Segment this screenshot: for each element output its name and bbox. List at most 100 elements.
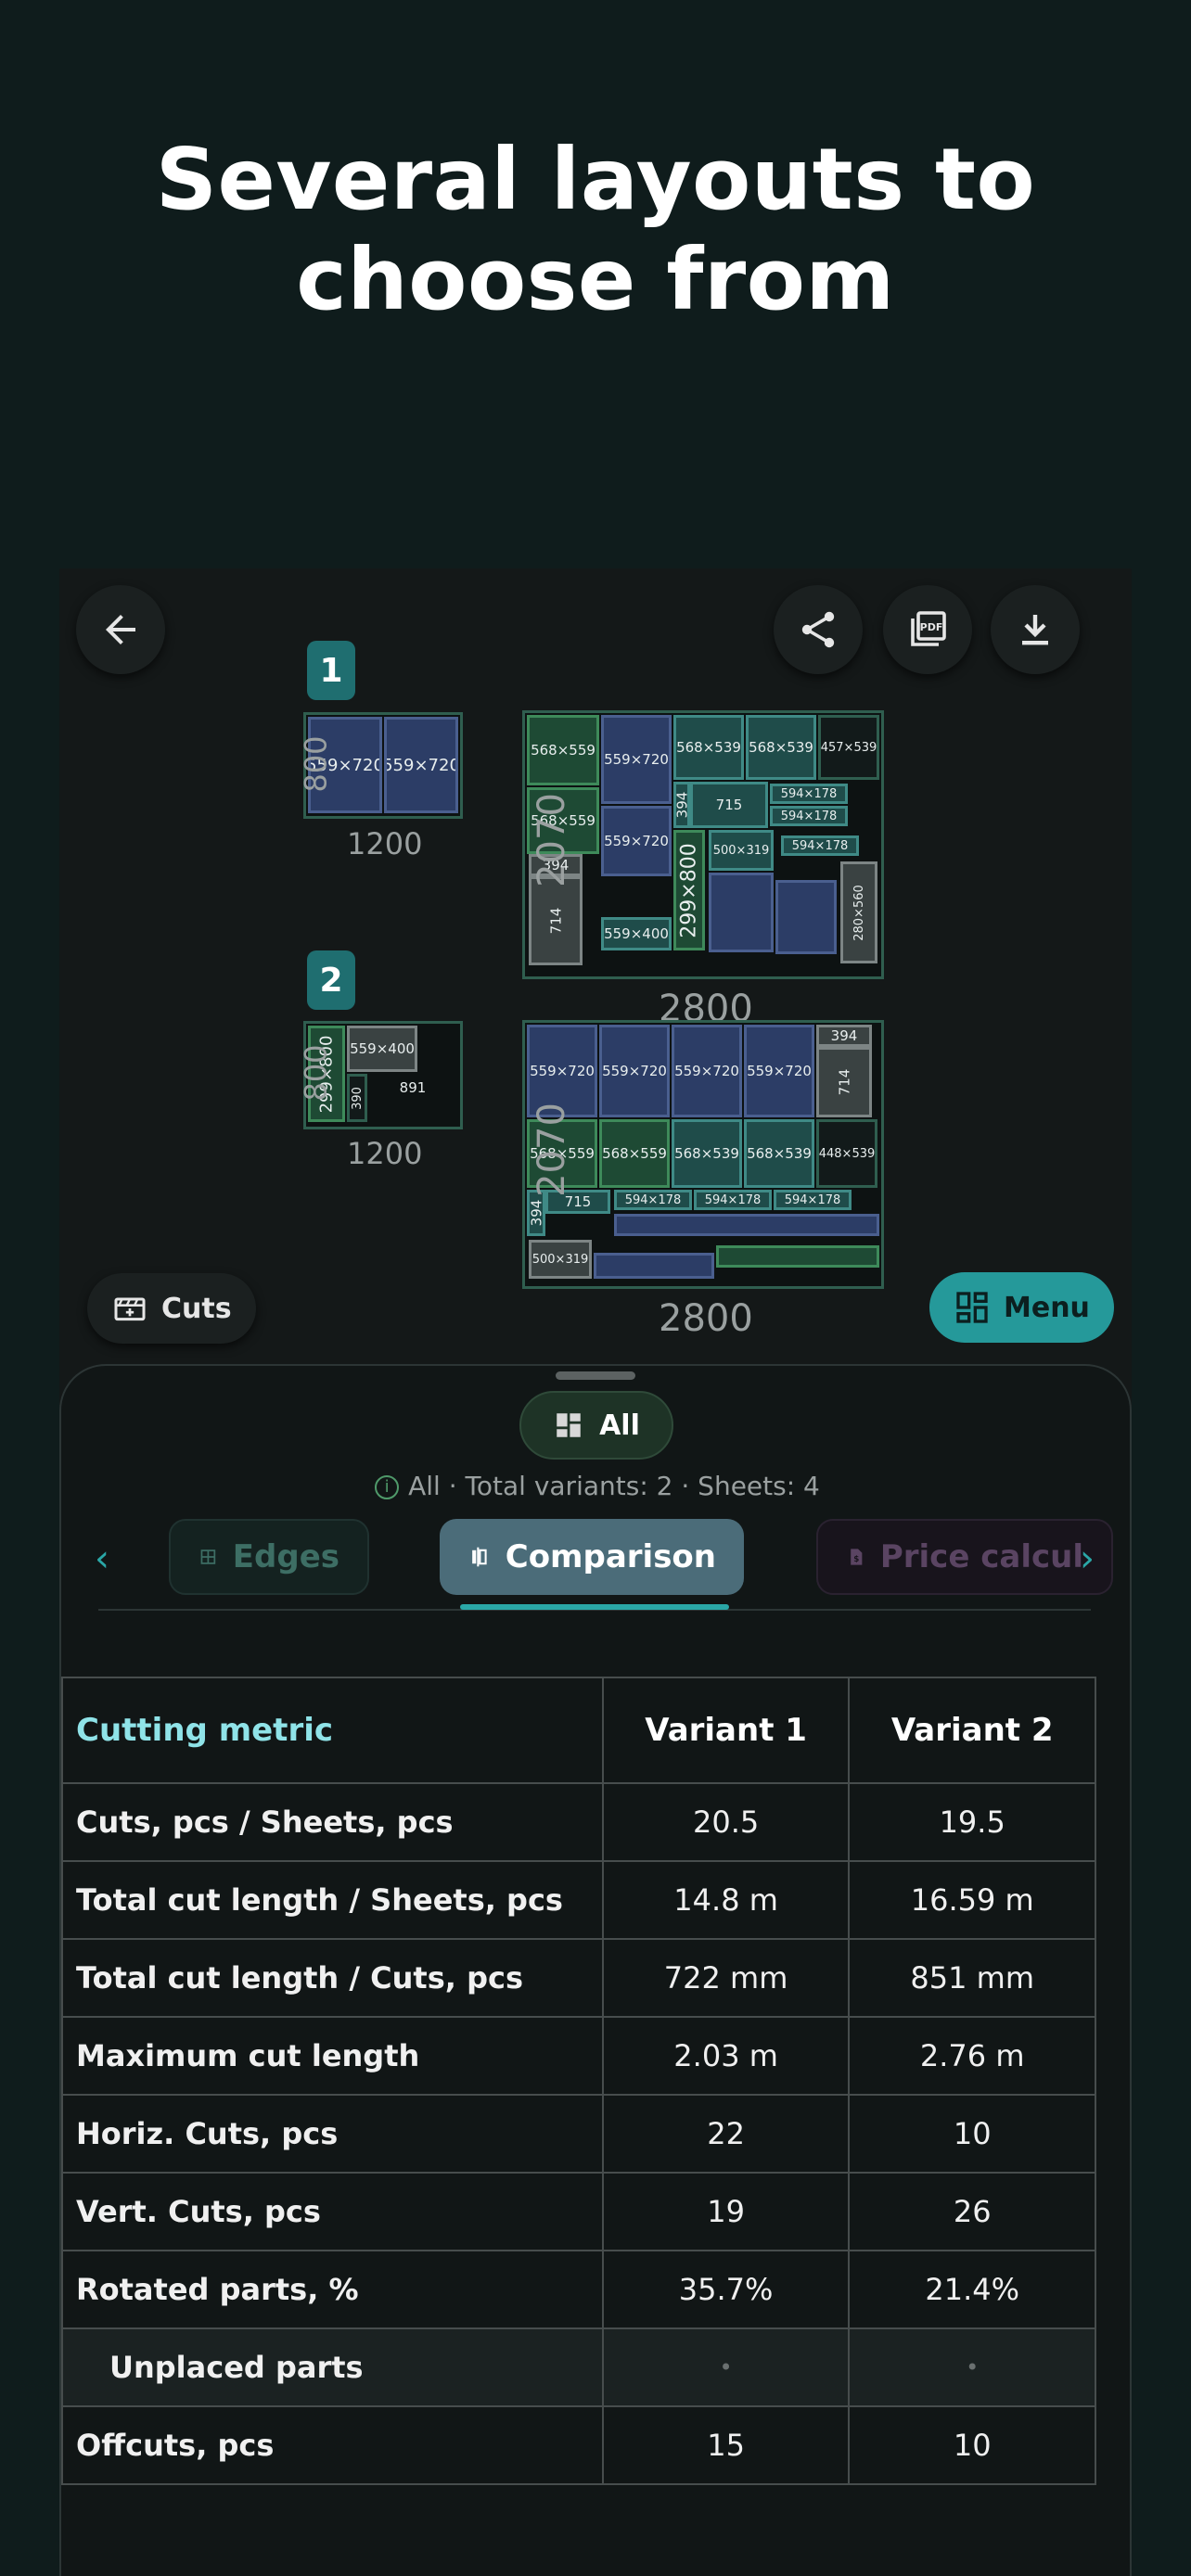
table-row: Total cut length / Cuts, pcs 722 mm 851 …	[61, 1938, 1096, 2018]
part: 594×178	[774, 1190, 852, 1210]
cuts-button[interactable]: Cuts	[87, 1273, 256, 1344]
pdf-icon: PDF	[911, 611, 946, 646]
dimension-width: 2800	[659, 1297, 753, 1340]
layout-badge-2[interactable]: 2	[307, 950, 355, 1010]
variant-2-value: 21.4%	[848, 2250, 1096, 2329]
part: 394	[673, 782, 690, 828]
variant-2-value: 851 mm	[848, 1938, 1096, 2018]
part: 500×319	[709, 830, 774, 871]
dimension-height: 2070	[530, 1103, 573, 1197]
table-row: Rotated parts, % 35.7% 21.4%	[61, 2250, 1096, 2329]
big-sheet-2[interactable]: 559×720 559×720 559×720 559×720 394 714 …	[522, 1020, 884, 1289]
tab-bar: ‹ Edges Comparison $ Price calcul ›	[61, 1519, 1132, 1612]
part: 559×720	[672, 1025, 742, 1117]
tab-edges[interactable]: Edges	[169, 1519, 369, 1595]
part: 568×539	[673, 715, 744, 780]
part: 448×539	[816, 1119, 877, 1188]
summary-text: All · Total variants: 2 · Sheets: 4	[408, 1471, 820, 1501]
chevron-right-icon[interactable]: ›	[1080, 1537, 1095, 1580]
table-header: Cutting metric	[61, 1677, 604, 1784]
variant-1-value: 19	[601, 2172, 851, 2251]
part: 594×178	[694, 1190, 772, 1210]
variant-1-value: 722 mm	[601, 1938, 851, 2018]
part: 390	[347, 1074, 367, 1122]
metric-label: Unplaced parts	[61, 2327, 604, 2407]
table-row: Cuts, pcs / Sheets, pcs 20.5 19.5	[61, 1782, 1096, 1862]
part: 568×539	[744, 1119, 814, 1188]
part: 500×319	[529, 1240, 592, 1279]
chevron-left-icon[interactable]: ‹	[95, 1537, 109, 1580]
arrow-left-icon	[106, 615, 135, 644]
metric-label: Rotated parts, %	[61, 2250, 604, 2329]
part: 394	[816, 1025, 872, 1047]
part: 559×400	[601, 917, 672, 950]
part: 568×559	[527, 715, 599, 785]
cuts-button-label: Cuts	[161, 1292, 232, 1325]
part: 559×400	[347, 1026, 417, 1072]
comparison-table: Cutting metric Variant 1 Variant 2 Cuts,…	[61, 1677, 1096, 2485]
menu-button[interactable]: Menu	[929, 1272, 1114, 1343]
part: 594×178	[781, 835, 859, 856]
dimension-height: 800	[298, 1044, 334, 1102]
variants-summary: i All · Total variants: 2 · Sheets: 4	[61, 1471, 1132, 1501]
part: 559×720	[601, 715, 672, 804]
table-header: Variant 1	[601, 1677, 851, 1784]
variant-1-value: 2.03 m	[601, 2016, 851, 2096]
back-button[interactable]	[76, 585, 165, 674]
svg-text:$: $	[853, 1555, 859, 1564]
part: 568×539	[746, 715, 816, 780]
cuts-icon	[114, 1297, 146, 1321]
grid-icon	[956, 1292, 988, 1323]
pdf-button[interactable]: PDF	[883, 585, 972, 674]
part-stack	[709, 873, 774, 952]
tab-active-indicator	[460, 1604, 729, 1610]
layout-badge-1[interactable]: 1	[307, 641, 355, 700]
all-chip-label: All	[599, 1409, 640, 1442]
tab-price[interactable]: $ Price calcul	[816, 1519, 1113, 1595]
comparison-icon	[472, 1547, 487, 1567]
variant-1-value: 20.5	[601, 1782, 851, 1862]
share-icon	[801, 611, 835, 648]
metric-label: Horiz. Cuts, pcs	[61, 2094, 604, 2174]
headline-line-1: Several layouts to	[155, 130, 1036, 229]
dimension-width: 1200	[347, 1136, 423, 1171]
drag-handle[interactable]	[556, 1371, 635, 1380]
part: 714	[529, 876, 583, 965]
big-sheet-1[interactable]: 568×559 559×720 568×539 568×539 457×539 …	[522, 710, 884, 979]
part: 568×539	[672, 1119, 742, 1188]
tab-comparison[interactable]: Comparison	[440, 1519, 744, 1595]
table-group-row[interactable]: Unplaced parts • •	[61, 2327, 1096, 2407]
part-stack	[716, 1245, 879, 1268]
part-stack	[614, 1214, 879, 1236]
dimension-height: 800	[298, 735, 334, 793]
part: 457×539	[818, 715, 879, 780]
headline-line-2: choose from	[296, 230, 895, 329]
download-icon	[1022, 615, 1048, 645]
headline: Several layouts to choose from	[0, 130, 1191, 330]
all-filter-chip[interactable]: All	[519, 1391, 673, 1460]
variant-2-value: 19.5	[848, 1782, 1096, 1862]
variant-1-value: •	[601, 2327, 851, 2407]
metric-label: Total cut length / Sheets, pcs	[61, 1860, 604, 1940]
metric-label: Offcuts, pcs	[61, 2405, 604, 2485]
table-row: Maximum cut length 2.03 m 2.76 m	[61, 2016, 1096, 2096]
variant-1-value: 35.7%	[601, 2250, 851, 2329]
download-button[interactable]	[991, 585, 1080, 674]
table-row: Vert. Cuts, pcs 19 26	[61, 2172, 1096, 2251]
table-header: Variant 2	[848, 1677, 1096, 1784]
part: 715	[690, 782, 768, 828]
part: 594×178	[770, 784, 848, 804]
svg-text:PDF: PDF	[920, 621, 943, 633]
layout-canvas: PDF 1 559×720 559×720 800 1200 568×559 5…	[59, 568, 1132, 1366]
variant-1-value: 15	[601, 2405, 851, 2485]
part: 559×720	[744, 1025, 814, 1117]
info-icon: i	[375, 1475, 400, 1499]
tab-edges-label: Edges	[232, 1538, 339, 1575]
metric-label: Maximum cut length	[61, 2016, 604, 2096]
part: 559×720	[599, 1025, 670, 1117]
share-button[interactable]	[774, 585, 863, 674]
table-row: Horiz. Cuts, pcs 22 10	[61, 2094, 1096, 2174]
part: 280×560	[840, 861, 877, 963]
variant-2-value: 16.59 m	[848, 1860, 1096, 1940]
part: 594×178	[770, 806, 848, 826]
